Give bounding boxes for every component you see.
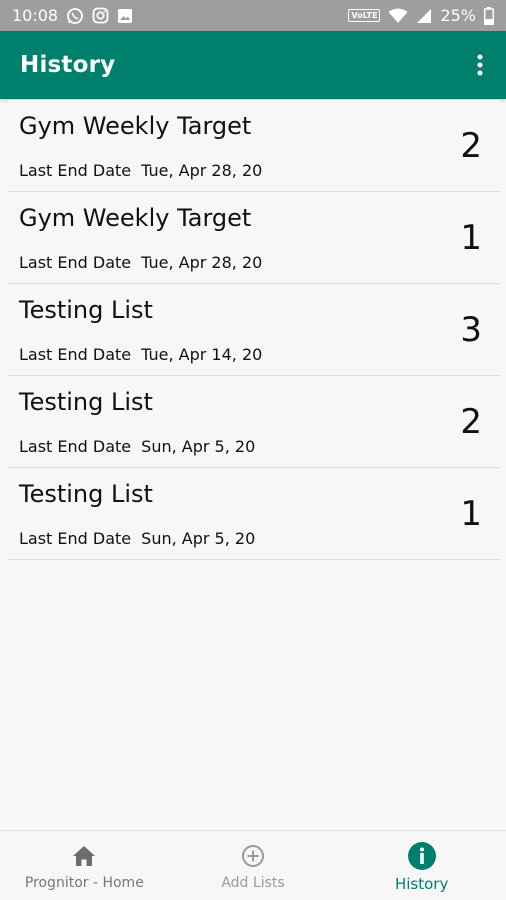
- nav-item-history[interactable]: History: [337, 831, 506, 900]
- app-bar: History: [0, 31, 506, 99]
- status-time: 10:08: [12, 6, 59, 25]
- status-right: VoLTE 25%: [348, 6, 494, 25]
- page-title: History: [20, 52, 116, 78]
- last-end-date-label: Last End Date: [19, 161, 132, 180]
- nav-label-history: History: [394, 875, 449, 893]
- last-end-date-value: Sun, Apr 5, 20: [141, 437, 256, 456]
- status-bar: 10:08 VoLTE 25%: [0, 0, 506, 31]
- status-left: 10:08: [12, 6, 133, 25]
- last-end-date-label: Last End Date: [19, 529, 132, 548]
- nav-item-home[interactable]: Prognitor - Home: [0, 831, 169, 900]
- home-icon: [72, 843, 96, 869]
- last-end-date-value: Tue, Apr 28, 20: [141, 253, 263, 272]
- item-title: Gym Weekly Target: [19, 204, 252, 232]
- instagram-icon: [92, 7, 109, 24]
- list-item[interactable]: Testing List Last End Date Sun, Apr 5, 20…: [8, 376, 500, 468]
- item-subtitle: Last End Date Tue, Apr 28, 20: [19, 253, 262, 272]
- last-end-date-value: Tue, Apr 14, 20: [141, 345, 263, 364]
- list-item[interactable]: Gym Weekly Target Last End Date Tue, Apr …: [8, 192, 500, 284]
- add-circle-icon: [241, 843, 265, 869]
- nav-label-home: Prognitor - Home: [24, 875, 144, 891]
- image-icon: [117, 8, 133, 24]
- item-count: 1: [460, 494, 482, 534]
- last-end-date-value: Tue, Apr 28, 20: [141, 161, 263, 180]
- signal-icon: [416, 8, 432, 24]
- more-vert-icon: [477, 54, 483, 76]
- item-subtitle: Last End Date Sun, Apr 5, 20: [19, 437, 255, 456]
- history-list: Gym Weekly Target Last End Date Tue, Apr …: [8, 100, 500, 560]
- nav-item-add-lists[interactable]: Add Lists: [169, 831, 338, 900]
- item-count: 1: [460, 218, 482, 258]
- item-subtitle: Last End Date Sun, Apr 5, 20: [19, 529, 255, 548]
- item-count: 2: [460, 126, 482, 166]
- item-title: Testing List: [19, 480, 153, 508]
- volte-icon: VoLTE: [348, 9, 381, 22]
- item-title: Testing List: [19, 388, 153, 416]
- battery-icon: [484, 6, 494, 25]
- list-item[interactable]: Gym Weekly Target Last End Date Tue, Apr …: [8, 100, 500, 192]
- item-count: 2: [460, 402, 482, 442]
- item-title: Gym Weekly Target: [19, 112, 252, 140]
- wifi-icon: [388, 8, 408, 24]
- item-title: Testing List: [19, 296, 153, 324]
- item-count: 3: [460, 310, 482, 350]
- list-item[interactable]: Testing List Last End Date Sun, Apr 5, 20…: [8, 468, 500, 560]
- last-end-date-label: Last End Date: [19, 253, 132, 272]
- item-subtitle: Last End Date Tue, Apr 28, 20: [19, 161, 262, 180]
- bottom-navigation: Prognitor - Home Add Lists History: [0, 830, 506, 900]
- item-subtitle: Last End Date Tue, Apr 14, 20: [19, 345, 262, 364]
- info-icon: [407, 842, 437, 870]
- last-end-date-label: Last End Date: [19, 437, 132, 456]
- nav-label-add-lists: Add Lists: [221, 875, 285, 891]
- last-end-date-value: Sun, Apr 5, 20: [141, 529, 256, 548]
- list-item[interactable]: Testing List Last End Date Tue, Apr 14, 2…: [8, 284, 500, 376]
- last-end-date-label: Last End Date: [19, 345, 132, 364]
- whatsapp-icon: [66, 7, 84, 25]
- battery-percent: 25%: [440, 6, 476, 25]
- more-options-button[interactable]: [468, 45, 492, 85]
